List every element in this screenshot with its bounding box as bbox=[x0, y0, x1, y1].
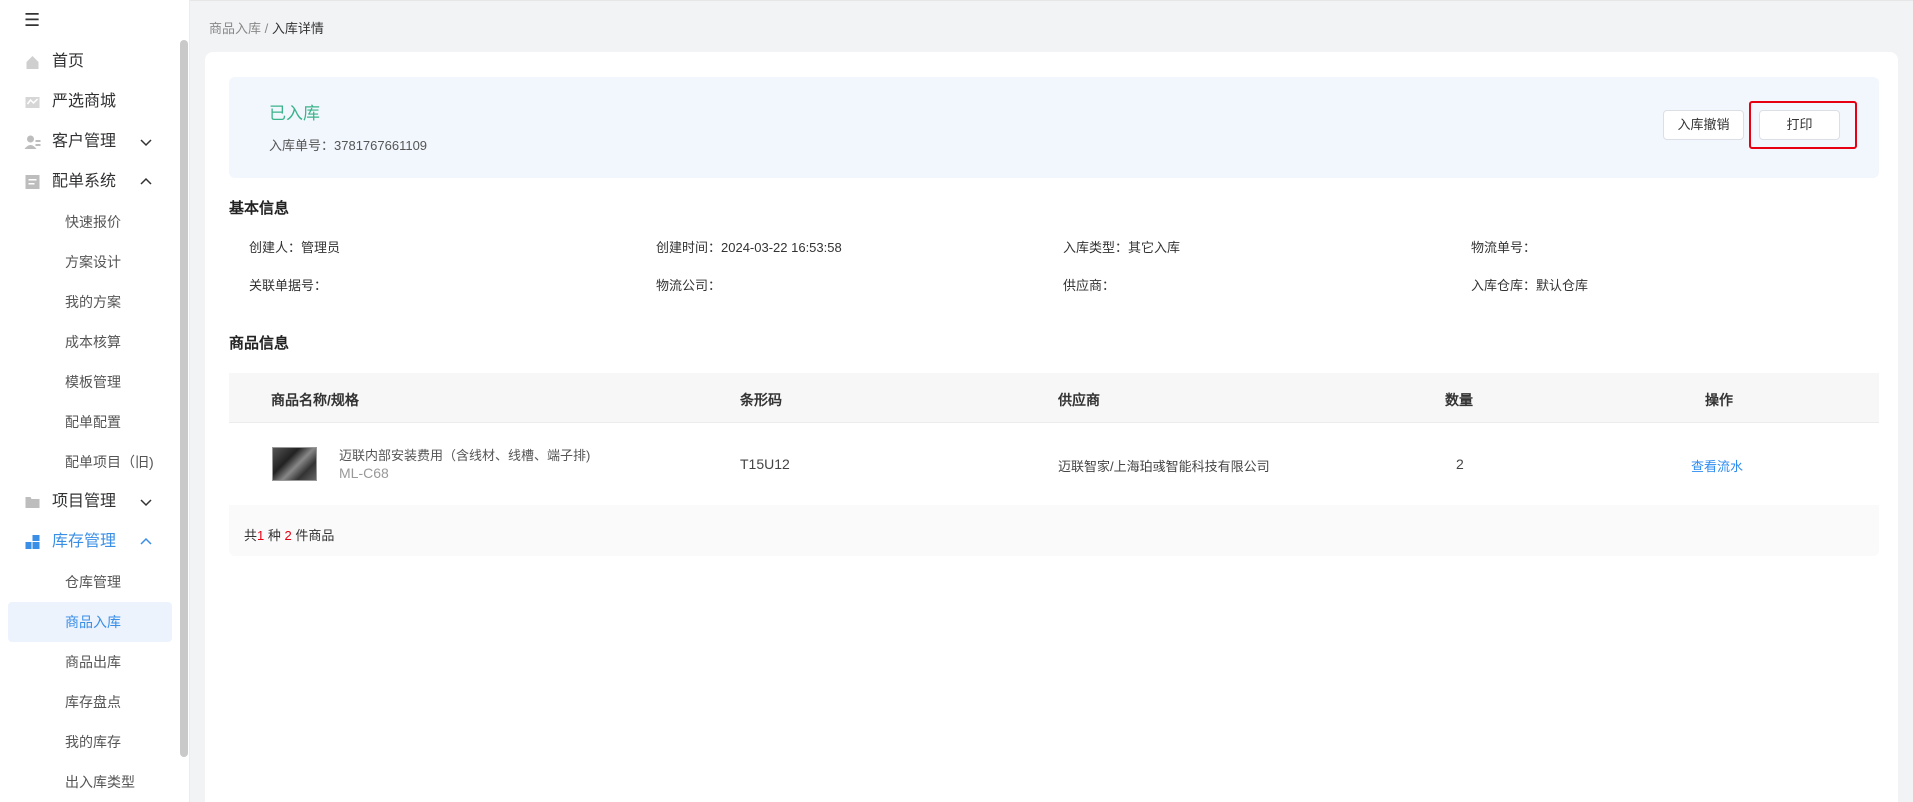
warehouse-field: 入库仓库：默认仓库 bbox=[1471, 278, 1589, 293]
sidebar-item-order-system[interactable]: 配单系统 bbox=[0, 162, 180, 202]
sidebar: ☰ 首页 严选商城 客户管理 配单系统 快速报价 方案设计 我的方案 成本核算 … bbox=[0, 0, 190, 802]
supplier-field: 供应商： bbox=[1063, 278, 1116, 293]
sidebar-subitem-plan-design[interactable]: 方案设计 bbox=[0, 242, 180, 282]
sidebar-subitem-in-out-types[interactable]: 出入库类型 bbox=[0, 762, 180, 802]
sidebar-item-label: 库存管理 bbox=[52, 533, 117, 550]
sidebar-subitem-template-management[interactable]: 模板管理 bbox=[0, 362, 180, 402]
breadcrumb-parent[interactable]: 商品入库 bbox=[209, 21, 261, 36]
product-quantity: 2 bbox=[1456, 456, 1464, 472]
sidebar-item-customer[interactable]: 客户管理 bbox=[0, 122, 180, 162]
col-name: 商品名称/规格 bbox=[271, 392, 359, 408]
sidebar-subitem-quick-quote[interactable]: 快速报价 bbox=[0, 202, 180, 242]
breadcrumb-separator: / bbox=[264, 21, 269, 36]
goods-table: 商品名称/规格 条形码 供应商 数量 操作 迈联内部安装费用（含线材、线槽、端子… bbox=[229, 373, 1879, 556]
goods-info-title-text: 商品信息 bbox=[229, 335, 290, 352]
sidebar-item-label: 客户管理 bbox=[52, 133, 117, 150]
sidebar-item-project[interactable]: 项目管理 bbox=[0, 482, 180, 522]
sidebar-item-home[interactable]: 首页 bbox=[0, 42, 180, 82]
order-system-icon bbox=[25, 175, 40, 189]
table-row: 迈联内部安装费用（含线材、线槽、端子排) ML-C68 T15U12 迈联智家/… bbox=[229, 423, 1879, 505]
breadcrumb: 商品入库 / 入库详情 bbox=[209, 18, 324, 37]
status-panel: 已入库 入库单号：3781767661109 入库撤销 打印 bbox=[229, 77, 1879, 178]
order-number-value: 3781767661109 bbox=[334, 138, 428, 153]
col-quantity: 数量 bbox=[1445, 392, 1473, 408]
print-button[interactable]: 打印 bbox=[1759, 110, 1840, 140]
sidebar-subitem-order-project-old[interactable]: 配单项目（旧) bbox=[0, 442, 180, 482]
logistics-number-field: 物流单号： bbox=[1471, 240, 1537, 255]
sidebar-item-label: 首页 bbox=[52, 53, 85, 70]
view-flow-link[interactable]: 查看流水 bbox=[1691, 456, 1743, 475]
chevron-down-icon bbox=[140, 499, 152, 507]
related-document-field: 关联单据号： bbox=[249, 278, 328, 293]
summary-count: 2 bbox=[284, 528, 292, 543]
sidebar-item-label: 严选商城 bbox=[52, 93, 117, 110]
sidebar-subitem-stock-check[interactable]: 库存盘点 bbox=[0, 682, 180, 722]
menu-collapse-icon[interactable]: ☰ bbox=[24, 10, 44, 30]
col-supplier: 供应商 bbox=[1058, 392, 1100, 408]
table-header: 商品名称/规格 条形码 供应商 数量 操作 bbox=[229, 373, 1879, 423]
logistics-company-field: 物流公司： bbox=[656, 278, 722, 293]
chevron-up-icon bbox=[140, 537, 152, 545]
sidebar-item-label: 项目管理 bbox=[52, 493, 117, 510]
home-icon bbox=[26, 56, 39, 69]
inbound-type-field: 入库类型：其它入库 bbox=[1063, 240, 1181, 255]
order-number-label: 入库单号： bbox=[269, 138, 335, 153]
status-title: 已入库 bbox=[269, 104, 320, 123]
product-supplier: 迈联智家/上海珀彧智能科技有限公司 bbox=[1058, 459, 1270, 474]
product-barcode: T15U12 bbox=[740, 456, 790, 472]
sidebar-subitem-my-inventory[interactable]: 我的库存 bbox=[0, 722, 180, 762]
creator-field: 创建人：管理员 bbox=[249, 240, 341, 255]
goods-info-title: 商品信息 bbox=[229, 332, 295, 354]
chevron-down-icon bbox=[140, 139, 152, 147]
chevron-up-icon bbox=[140, 177, 152, 185]
sidebar-subitem-goods-in[interactable]: 商品入库 bbox=[8, 602, 172, 642]
customer-icon bbox=[24, 135, 41, 149]
product-name: 迈联内部安装费用（含线材、线槽、端子排) bbox=[339, 448, 591, 463]
top-border bbox=[0, 0, 1913, 1]
product-spec: ML-C68 bbox=[339, 465, 389, 481]
col-barcode: 条形码 bbox=[740, 392, 782, 408]
sidebar-item-mall[interactable]: 严选商城 bbox=[0, 82, 180, 122]
summary-suffix: 件商品 bbox=[291, 528, 335, 543]
breadcrumb-current: 入库详情 bbox=[271, 21, 324, 36]
sidebar-subitem-goods-out[interactable]: 商品出库 bbox=[0, 642, 180, 682]
sidebar-subitem-cost-accounting[interactable]: 成本核算 bbox=[0, 322, 180, 362]
sidebar-scrollbar[interactable] bbox=[180, 40, 188, 757]
summary-prefix: 共 bbox=[244, 528, 258, 543]
summary-mid: 种 bbox=[264, 528, 285, 543]
sidebar-item-label: 配单系统 bbox=[52, 173, 117, 190]
sidebar-subitem-my-plans[interactable]: 我的方案 bbox=[0, 282, 180, 322]
sidebar-subitem-order-config[interactable]: 配单配置 bbox=[0, 402, 180, 442]
order-number: 入库单号：3781767661109 bbox=[269, 135, 427, 154]
created-time-field: 创建时间：2024-03-22 16:53:58 bbox=[656, 240, 842, 255]
basic-info-title-text: 基本信息 bbox=[229, 200, 290, 217]
sidebar-menu: 首页 严选商城 客户管理 配单系统 快速报价 方案设计 我的方案 成本核算 模板… bbox=[0, 42, 180, 802]
table-footer-summary: 共1 种 2 件商品 bbox=[244, 525, 334, 544]
col-action: 操作 bbox=[1705, 392, 1733, 408]
basic-info-title: 基本信息 bbox=[229, 197, 295, 219]
sidebar-item-inventory[interactable]: 库存管理 bbox=[0, 522, 180, 562]
folder-icon bbox=[25, 497, 40, 508]
sidebar-subitem-warehouse-management[interactable]: 仓库管理 bbox=[0, 562, 180, 602]
mall-icon bbox=[25, 97, 40, 108]
inventory-icon bbox=[25, 535, 40, 549]
product-thumbnail bbox=[272, 447, 317, 481]
undo-inbound-button[interactable]: 入库撤销 bbox=[1663, 110, 1744, 140]
